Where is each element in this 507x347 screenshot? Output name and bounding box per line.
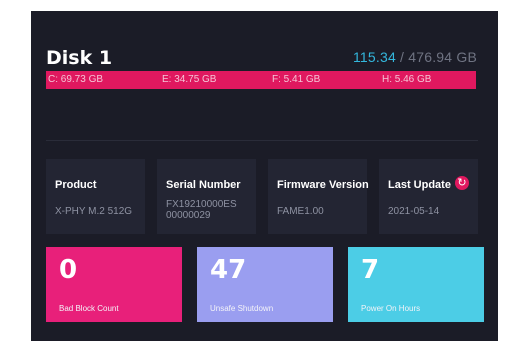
info-label-serial: Serial Number xyxy=(166,179,241,191)
stat-label-unsafe-shutdown: Unsafe Shutdown xyxy=(210,304,274,313)
capacity-total: 476.94 GB xyxy=(408,49,477,65)
partition-c: C: 69.73 GB xyxy=(48,74,104,85)
info-card-last-update: Last Update ↻ 2021-05-14 xyxy=(379,159,478,234)
partition-h: H: 5.46 GB xyxy=(382,74,432,85)
capacity-used: 115.34 xyxy=(352,49,396,65)
disk-title: Disk 1 xyxy=(46,47,113,69)
partition-bar: C: 69.73 GB E: 34.75 GB F: 5.41 GB H: 5.… xyxy=(46,71,476,89)
stat-value-bad-block: 0 xyxy=(59,255,78,285)
stat-value-unsafe-shutdown: 47 xyxy=(210,255,247,285)
partition-f: F: 5.41 GB xyxy=(272,74,321,85)
disk-capacity: 115.34 / 476.94 GB xyxy=(353,49,477,65)
stat-tile-power-on-hours: 7 Power On Hours xyxy=(348,247,484,322)
divider xyxy=(46,140,478,141)
capacity-separator: / xyxy=(395,49,409,65)
info-card-firmware: Firmware Version FAME1.00 xyxy=(268,159,369,234)
partition-e: E: 34.75 GB xyxy=(162,74,217,85)
info-value-last-update: 2021-05-14 xyxy=(388,206,440,217)
info-label-last-update: Last Update xyxy=(388,179,451,191)
stat-value-power-on-hours: 7 xyxy=(361,255,380,285)
refresh-icon[interactable]: ↻ xyxy=(455,176,469,190)
info-value-product: X-PHY M.2 512G xyxy=(55,206,133,217)
stat-tile-unsafe-shutdown: 47 Unsafe Shutdown xyxy=(197,247,333,322)
info-label-product: Product xyxy=(55,179,97,191)
info-card-product: Product X-PHY M.2 512G xyxy=(46,159,145,234)
info-value-firmware: FAME1.00 xyxy=(277,206,324,217)
info-card-serial: Serial Number FX19210000ES 00000029 xyxy=(157,159,256,234)
stat-label-power-on-hours: Power On Hours xyxy=(361,304,421,313)
stat-tile-bad-block: 0 Bad Block Count xyxy=(46,247,182,322)
stat-label-bad-block: Bad Block Count xyxy=(59,304,119,313)
info-label-firmware: Firmware Version xyxy=(277,179,369,191)
disk-info-panel: Disk 1 115.34 / 476.94 GB C: 69.73 GB E:… xyxy=(31,11,498,341)
info-value-serial: FX19210000ES 00000029 xyxy=(166,199,237,221)
